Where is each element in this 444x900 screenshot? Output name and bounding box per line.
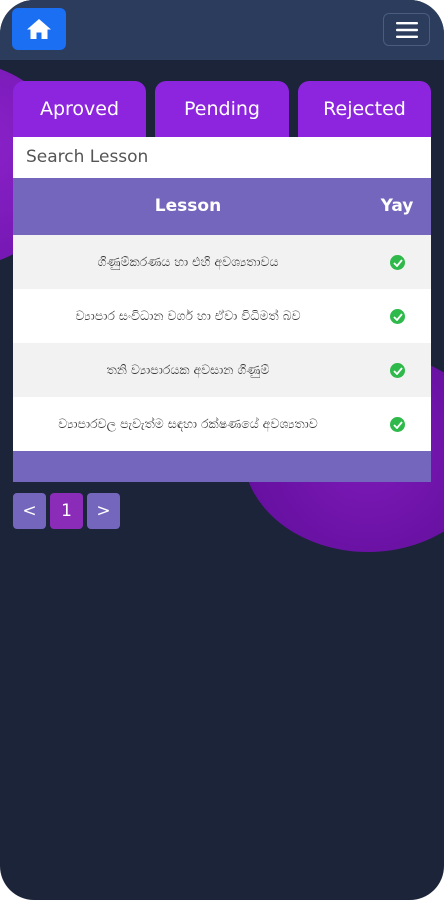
table-row: ව්‍යාපාර සංවිධාන වර්ග හා ඒවා විධිමත් බව [13, 289, 431, 343]
previous-page-button[interactable]: < [13, 493, 46, 529]
lesson-cell: ව්‍යාපාර සංවිධාන වර්ග හා ඒවා විධිමත් බව [75, 308, 301, 323]
menu-button[interactable] [383, 13, 430, 46]
check-circle-icon [390, 417, 405, 432]
tab-pending[interactable]: Pending [155, 81, 289, 137]
check-circle-icon [390, 363, 405, 378]
table-row: ගිණුම්කරණය හා එහි අවශ්‍යතාවය [13, 235, 431, 289]
table-footer [13, 451, 431, 482]
column-header-yay: Yay [380, 196, 414, 216]
check-circle-icon [390, 255, 405, 270]
current-page-button[interactable]: 1 [50, 493, 83, 529]
table-row: ව්‍යාපාරවල පැවැත්ම සඳහා රක්ෂණයේ අවශ්‍යතා… [13, 397, 431, 451]
table-header: Lesson Yay [13, 178, 431, 235]
table-row: තනි ව්‍යාපාරයක අවසාන ගිණුම් [13, 343, 431, 397]
lesson-cell: තනි ව්‍යාපාරයක අවසාන ගිණුම් [106, 362, 270, 377]
next-page-button[interactable]: > [87, 493, 120, 529]
home-icon [27, 19, 51, 39]
tab-approved[interactable]: Aproved [13, 81, 146, 137]
top-navbar [0, 0, 444, 60]
phone-frame: Aproved Pending Rejected Search Lesson L… [0, 0, 444, 900]
home-button[interactable] [12, 8, 66, 50]
status-tabs: Aproved Pending Rejected [13, 81, 431, 137]
lesson-cell: ගිණුම්කරණය හා එහි අවශ්‍යතාවය [97, 254, 279, 269]
check-circle-icon [390, 309, 405, 324]
lesson-cell: ව්‍යාපාරවල පැවැත්ම සඳහා රක්ෂණයේ අවශ්‍යතා… [58, 416, 318, 431]
hamburger-menu-icon [395, 21, 418, 38]
column-header-lesson: Lesson [154, 196, 222, 216]
search-input[interactable]: Search Lesson [13, 137, 431, 178]
tab-rejected[interactable]: Rejected [298, 81, 431, 137]
